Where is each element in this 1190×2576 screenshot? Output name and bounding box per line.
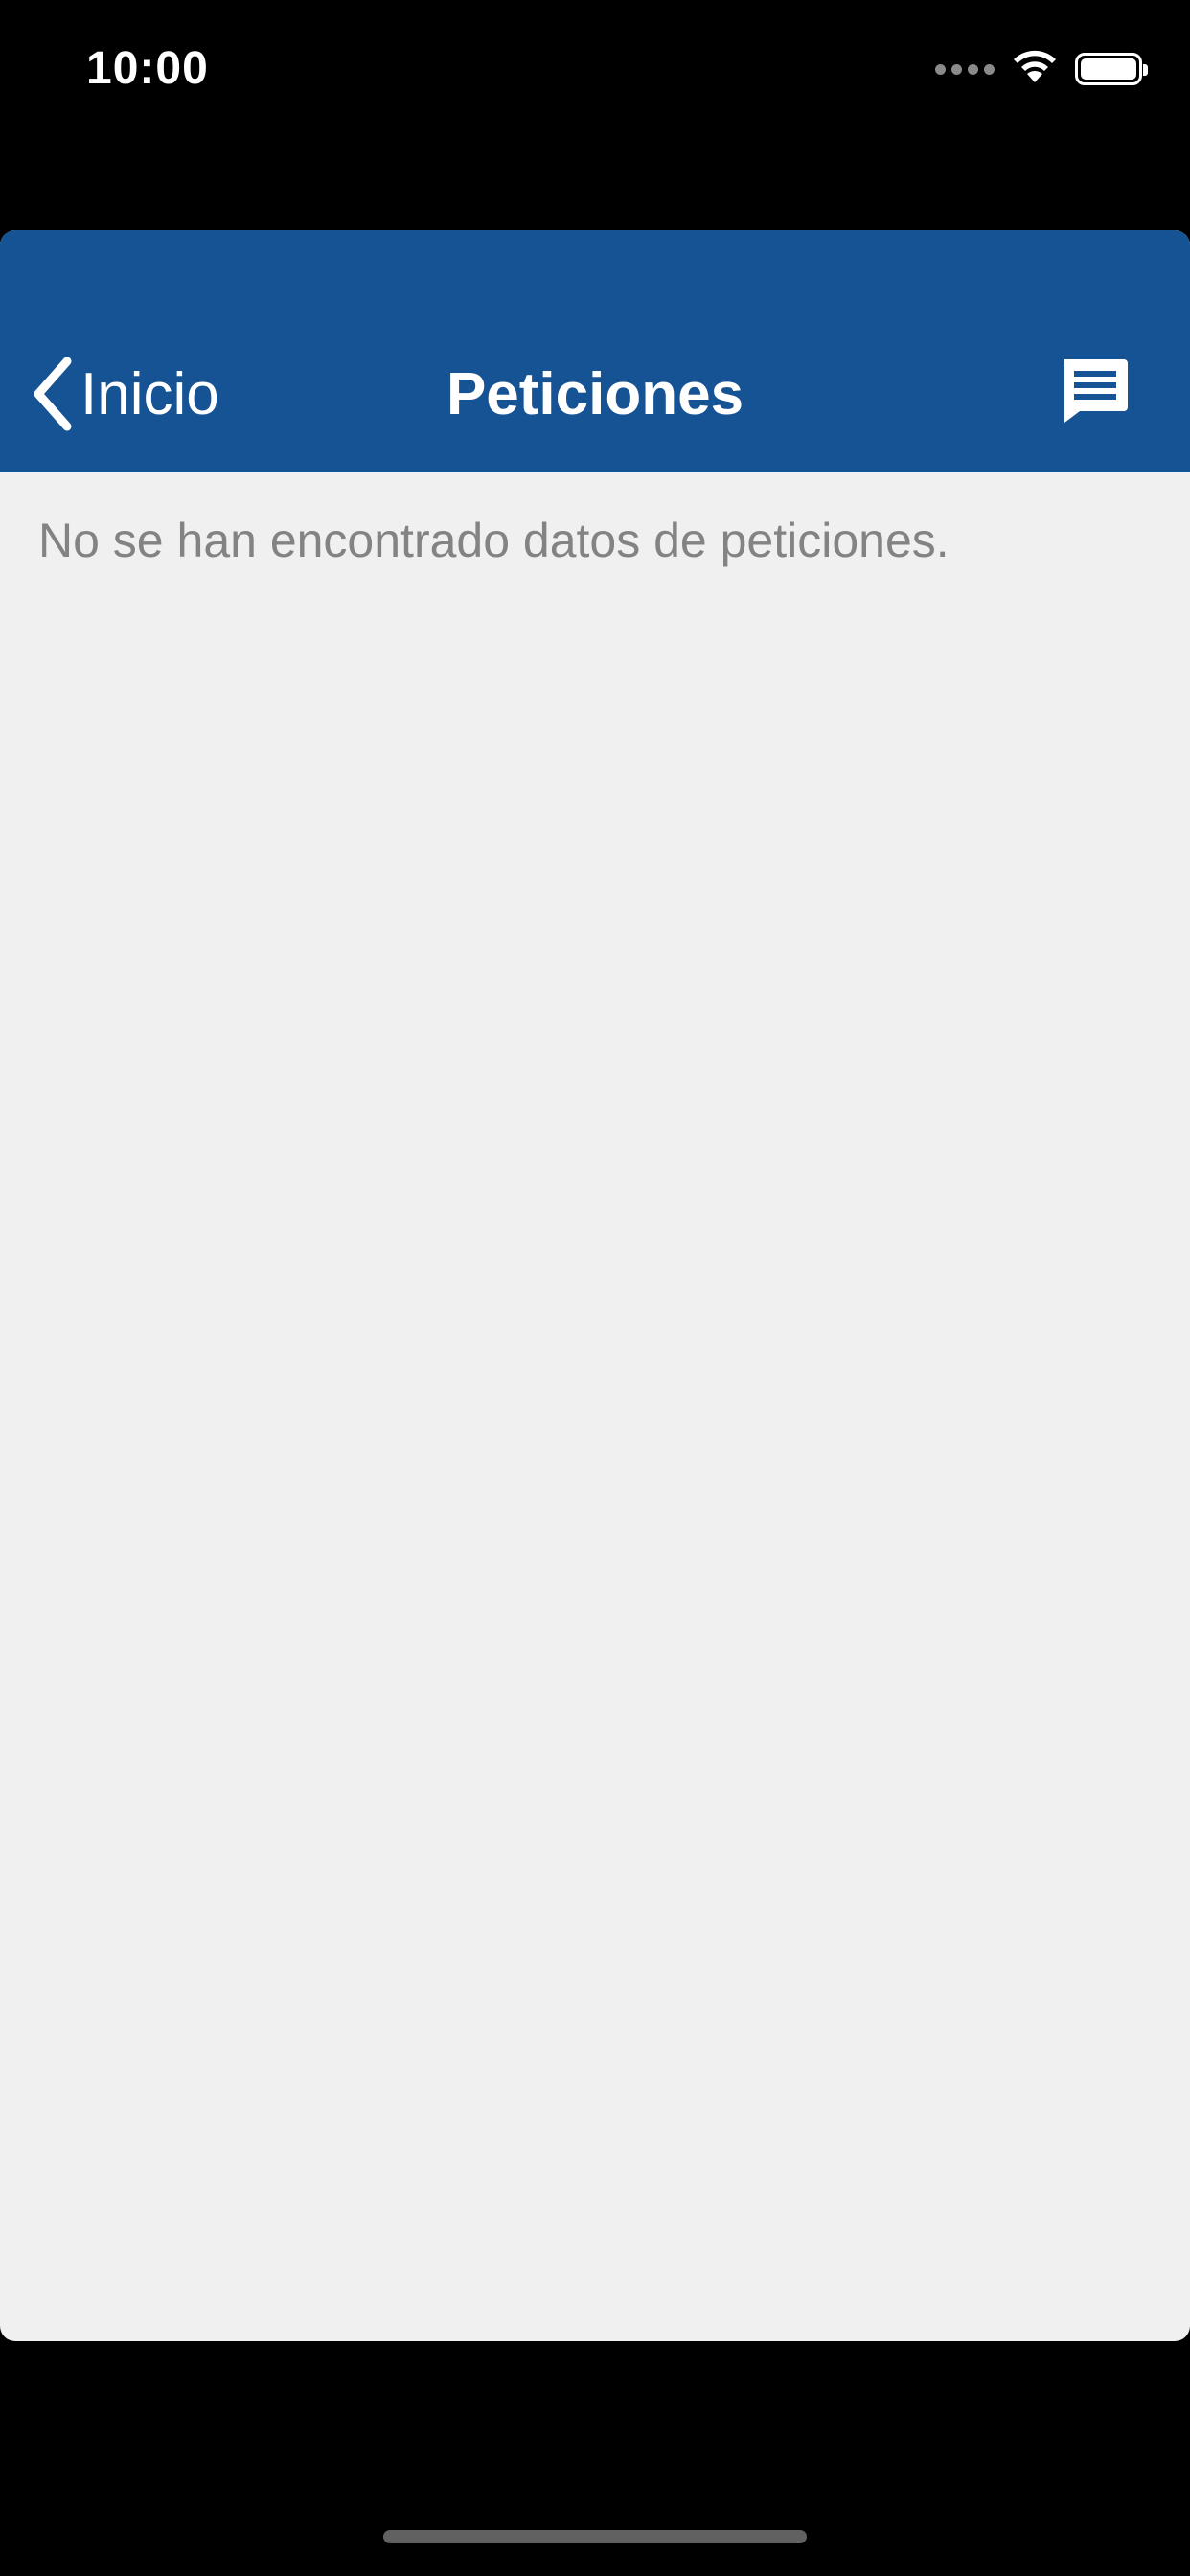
- status-icons: [935, 50, 1148, 89]
- navigation-bar: Inicio Peticiones: [0, 230, 1190, 472]
- chat-icon: [1059, 357, 1130, 429]
- chevron-left-icon: [29, 356, 75, 432]
- home-indicator[interactable]: [383, 2530, 807, 2543]
- status-bar: 10:00: [0, 0, 1190, 144]
- back-button[interactable]: Inicio: [29, 351, 219, 437]
- wifi-icon: [1012, 50, 1058, 89]
- cellular-signal-icon: [935, 63, 995, 75]
- sheet: Inicio Peticiones No se han encontrado d…: [0, 230, 1190, 2341]
- chat-button[interactable]: [1056, 355, 1133, 431]
- back-label: Inicio: [80, 360, 219, 427]
- empty-state-message: No se han encontrado datos de peticiones…: [38, 514, 950, 567]
- battery-icon: [1075, 53, 1148, 85]
- status-time: 10:00: [86, 43, 209, 94]
- content-area: No se han encontrado datos de peticiones…: [0, 472, 1190, 610]
